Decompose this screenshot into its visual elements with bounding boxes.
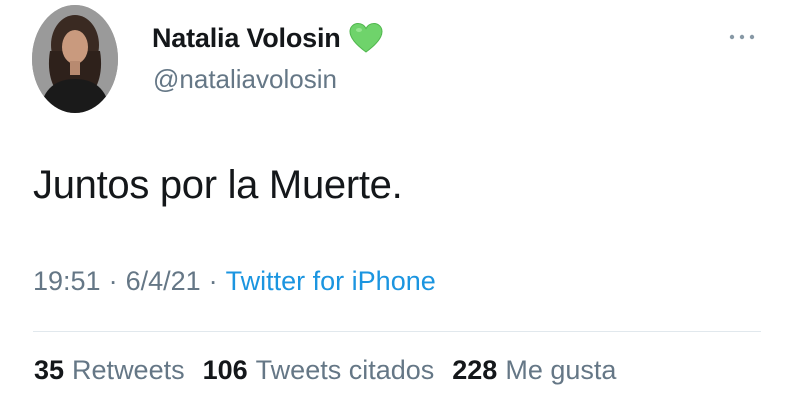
quotes-count: 106 [202,355,248,385]
green-heart-icon [349,22,383,54]
retweets-label: Retweets [72,355,185,385]
tweet-meta: 19:51 · 6/4/21 · Twitter for iPhone [33,266,436,297]
tweet-time[interactable]: 19:51 [33,266,101,297]
retweets-stat[interactable]: 35 Retweets [34,355,185,386]
avatar-image [32,5,118,113]
quotes-label: Tweets citados [255,355,435,385]
author-name-row: Natalia Volosin [152,22,383,54]
quotes-stat[interactable]: 106 Tweets citados [203,355,435,386]
meta-separator: · [108,266,118,296]
likes-stat[interactable]: 228 Me gusta [452,355,616,386]
avatar[interactable] [32,5,118,113]
likes-count: 228 [452,355,498,385]
tweet-card: Natalia Volosin @nataliavolosin Juntos p… [0,0,790,400]
meta-separator: · [208,266,218,296]
tweet-source-link[interactable]: Twitter for iPhone [226,266,436,297]
divider [33,331,761,332]
likes-label: Me gusta [505,355,617,385]
tweet-stats: 35 Retweets 106 Tweets citados 228 Me gu… [34,355,634,386]
tweet-date[interactable]: 6/4/21 [126,266,201,297]
tweet-text: Juntos por la Muerte. [33,163,403,207]
author-handle[interactable]: @nataliavolosin [153,64,337,95]
author-display-name[interactable]: Natalia Volosin [152,23,341,54]
retweets-count: 35 [34,355,65,385]
more-options-icon[interactable] [727,30,757,44]
